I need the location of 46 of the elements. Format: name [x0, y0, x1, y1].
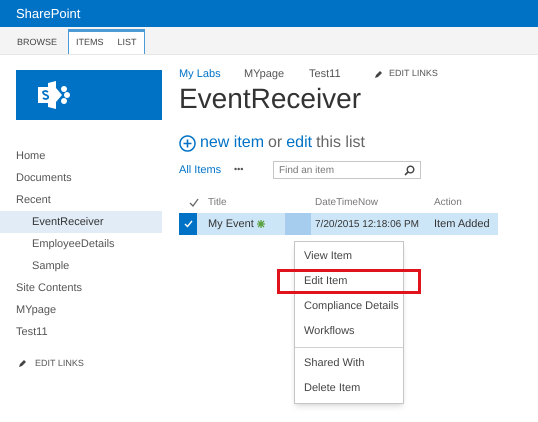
menu-item[interactable]: View Item — [295, 244, 403, 269]
menu-item[interactable]: Compliance Details — [295, 294, 403, 319]
top-nav-link[interactable]: Test11 — [309, 66, 374, 82]
ribbon-tab[interactable]: ITEMS — [69, 32, 111, 54]
search-field[interactable]: Find an item — [273, 161, 421, 179]
pencil-icon — [374, 70, 383, 78]
menu-item[interactable]: Edit Item — [277, 269, 421, 294]
nav-item[interactable]: EventReceiver — [0, 211, 162, 233]
edit-link[interactable]: edit — [286, 131, 312, 155]
nav-item[interactable]: Sample — [0, 255, 162, 277]
ribbon-tab[interactable]: LIST — [110, 32, 144, 54]
ribbon-tab[interactable]: BROWSE — [10, 32, 64, 54]
add-icon[interactable] — [179, 134, 196, 152]
table-cell-text: Item Added — [434, 216, 490, 232]
nav-item[interactable]: Recent — [0, 189, 162, 211]
view-tab[interactable]: All Items — [179, 162, 234, 178]
nav-item[interactable]: MYpage — [0, 299, 162, 321]
edit-links-link[interactable]: EDIT LINKS — [35, 357, 84, 370]
nav-item[interactable]: Site Contents — [0, 277, 162, 299]
row-checkbox[interactable] — [179, 213, 197, 235]
pencil-icon — [18, 359, 27, 368]
or-text: or — [268, 133, 282, 153]
menu-item[interactable]: Delete Item — [295, 376, 403, 401]
menu-item[interactable]: Workflows — [295, 319, 403, 344]
page-title: EventReceiver — [179, 82, 362, 116]
nav-item[interactable]: Test11 — [0, 321, 162, 343]
menu-item[interactable]: Shared With — [295, 351, 403, 376]
nav-item[interactable]: Home — [0, 145, 162, 167]
more-views-button[interactable]: ••• — [234, 163, 273, 177]
site-logo[interactable] — [16, 70, 162, 120]
top-nav-link[interactable]: MYpage — [244, 66, 309, 82]
check-icon — [184, 220, 192, 228]
column-header[interactable]: Action — [434, 194, 462, 210]
nav-item[interactable]: EmployeeDetails — [0, 233, 162, 255]
list-row[interactable]: My Event 7/20/2015 12:18:06 PM Item Added — [179, 213, 498, 235]
list-text: this list — [316, 133, 365, 153]
app-title[interactable]: SharePoint — [16, 4, 80, 24]
top-nav-link[interactable]: My Labs — [179, 66, 244, 82]
nav-item[interactable]: Documents — [0, 167, 162, 189]
search-icon[interactable] — [404, 165, 415, 176]
item-title-link[interactable]: My Event — [208, 216, 254, 232]
column-header[interactable]: Title — [208, 194, 315, 210]
new-item-link[interactable]: new item — [200, 131, 264, 155]
table-cell-text: 7/20/2015 12:18:06 PM — [315, 218, 420, 232]
edit-links-link[interactable]: EDIT LINKS — [389, 67, 438, 81]
column-header[interactable]: DateTimeNow — [315, 194, 434, 210]
